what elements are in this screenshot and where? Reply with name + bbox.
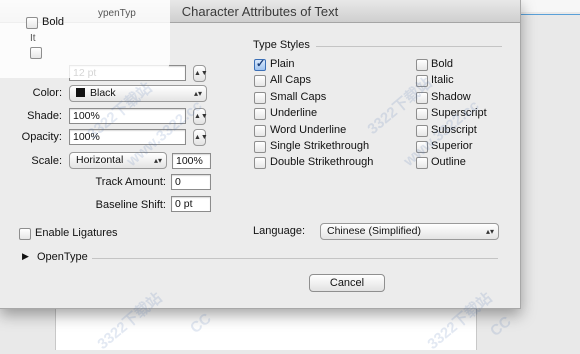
scale-percent-field[interactable]: 100%: [172, 153, 211, 169]
color-popup[interactable]: Black ▴▾: [69, 85, 207, 102]
style-left-label: Double Strikethrough: [270, 156, 374, 168]
opentype-separator: [92, 258, 498, 259]
font-size-stepper[interactable]: ▲▼: [193, 65, 208, 82]
opacity-stepper[interactable]: ▲▼: [193, 129, 208, 146]
style-left-checkbox[interactable]: [254, 75, 266, 87]
style-left-label: Word Underline: [270, 124, 347, 136]
background-guide-line: [520, 14, 580, 15]
color-value: Black: [90, 87, 116, 99]
style-left-label: All Caps: [270, 74, 311, 86]
cancel-button[interactable]: Cancel: [309, 274, 385, 292]
style-right-checkbox[interactable]: [416, 157, 428, 169]
scale-label: Scale:: [31, 155, 62, 167]
shade-field[interactable]: 100%: [69, 108, 186, 124]
overlay-partial-text: ypenTyp: [98, 8, 136, 19]
disclosure-triangle-icon[interactable]: ▶: [22, 251, 29, 262]
baseline-shift-field[interactable]: 0 pt: [171, 196, 211, 212]
color-swatch: [76, 88, 85, 97]
language-popup[interactable]: Chinese (Simplified) ▴▾: [320, 223, 499, 240]
overlay-bold-checkbox[interactable]: [26, 17, 38, 29]
style-right-checkbox[interactable]: [416, 75, 428, 87]
style-right-checkbox[interactable]: [416, 141, 428, 153]
track-amount-field[interactable]: 0: [171, 174, 211, 190]
style-right-checkbox[interactable]: [416, 59, 428, 71]
style-left-label: Small Caps: [270, 91, 327, 103]
scale-value: Horizontal: [76, 154, 124, 166]
style-left-checkbox[interactable]: [254, 141, 266, 153]
style-left-label: Underline: [270, 107, 318, 119]
enable-ligatures-label: Enable Ligatures: [35, 227, 118, 239]
style-left-checkbox[interactable]: [254, 108, 266, 120]
style-left-checkbox[interactable]: ✓: [254, 58, 266, 71]
overlay-partial-italic: It: [30, 33, 36, 44]
style-right-checkbox[interactable]: [416, 125, 428, 137]
floating-palette-overlay: Bold ypenTyp It: [0, 0, 170, 78]
style-right-label: Shadow: [431, 91, 471, 103]
baseline-shift-label: Baseline Shift:: [95, 199, 166, 211]
language-value: Chinese (Simplified): [327, 225, 421, 237]
popup-arrows-icon: ▴▾: [485, 227, 494, 236]
type-styles-heading: Type Styles: [253, 39, 310, 51]
opentype-label: OpenType: [37, 251, 88, 263]
shade-stepper[interactable]: ▲▼: [193, 108, 208, 125]
watermark: CC: [487, 313, 515, 340]
checkmark-icon: ✓: [256, 58, 266, 70]
track-amount-label: Track Amount:: [95, 176, 166, 188]
style-left-label: Single Strikethrough: [270, 140, 370, 152]
popup-arrows-icon: ▴▾: [153, 156, 162, 165]
language-label: Language:: [253, 225, 305, 237]
shade-label: Shade:: [27, 110, 62, 122]
overlay-bold-label: Bold: [42, 16, 65, 28]
popup-arrows-icon: ▴▾: [193, 89, 202, 98]
style-right-label: Subscript: [431, 124, 477, 136]
style-right-label: Bold: [431, 58, 454, 70]
color-label: Color:: [32, 87, 62, 99]
opacity-field[interactable]: 100%: [69, 129, 186, 145]
style-left-checkbox[interactable]: [254, 92, 266, 104]
style-left-label: Plain: [270, 58, 295, 70]
type-styles-separator: [316, 46, 502, 47]
overlay-checkbox[interactable]: [30, 47, 42, 59]
style-right-label: Superscript: [431, 107, 487, 119]
style-right-checkbox[interactable]: [416, 108, 428, 120]
opacity-label: Opacity:: [21, 131, 62, 143]
style-right-label: Superior: [431, 140, 473, 152]
style-right-checkbox[interactable]: [416, 92, 428, 104]
style-left-checkbox[interactable]: [254, 157, 266, 169]
style-left-checkbox[interactable]: [254, 125, 266, 137]
enable-ligatures-checkbox[interactable]: [19, 228, 31, 240]
style-right-label: Italic: [431, 74, 454, 86]
scale-popup[interactable]: Horizontal ▴▾: [69, 152, 167, 169]
style-right-label: Outline: [431, 156, 466, 168]
